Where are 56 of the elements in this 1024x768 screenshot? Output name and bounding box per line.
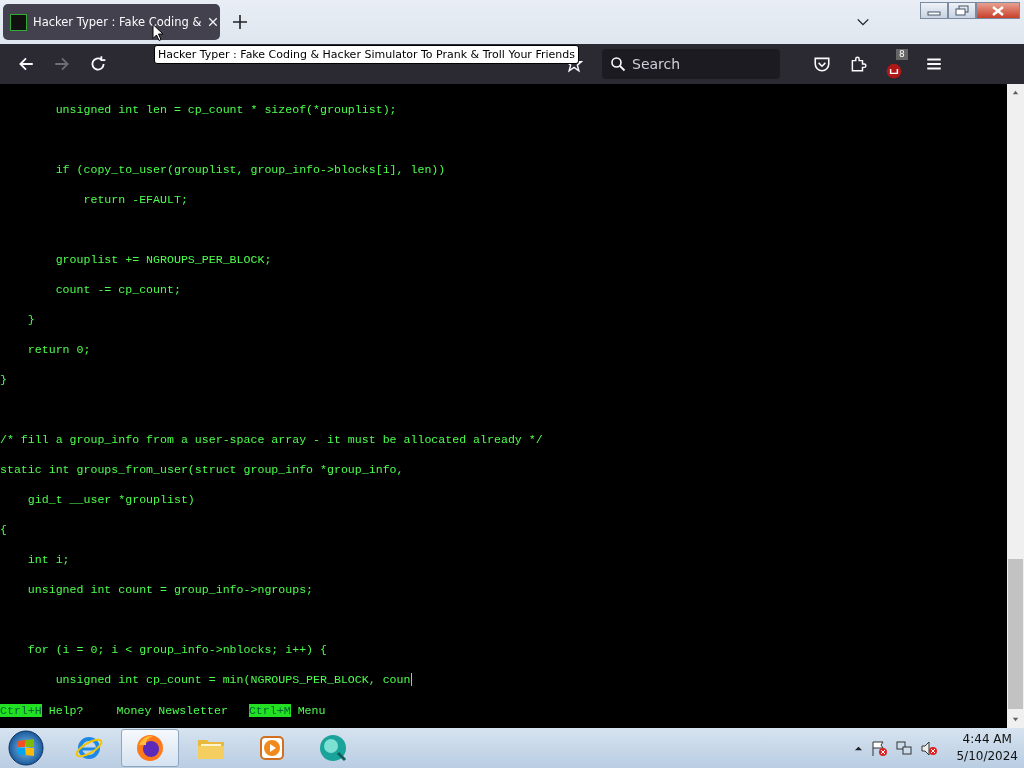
restore-icon	[955, 5, 969, 16]
code-line: static int groups_from_user(struct group_info *group_info,	[0, 463, 404, 476]
code-line: unsigned int len = cp_count * sizeof(*grouplist);	[54, 103, 397, 116]
code-line: gid_t __user *grouplist)	[26, 493, 195, 506]
shortcut-label: Menu	[297, 703, 326, 717]
clock-date[interactable]: 5/10/2024	[956, 748, 1018, 765]
restore-button[interactable]	[948, 2, 976, 19]
minimize-button[interactable]	[920, 2, 948, 19]
code-line: {	[0, 523, 7, 536]
network-icon[interactable]	[896, 739, 914, 757]
code-line: if (copy_to_user(grouplist, group_info->blocks[i], len))	[54, 163, 446, 176]
code-line: for (i = 0; i < group_info->nblocks; i++) {	[26, 643, 327, 656]
extension-button[interactable]: 8	[885, 49, 911, 79]
close-icon[interactable]	[207, 16, 220, 28]
shortcut-key: Ctrl+M	[248, 703, 291, 717]
close-window-button[interactable]	[976, 2, 1020, 19]
speaker-muted-icon[interactable]	[921, 739, 939, 757]
scrollbar[interactable]	[1007, 84, 1024, 728]
puzzle-piece-icon[interactable]	[849, 55, 867, 73]
forward-arrow-icon	[53, 55, 71, 73]
code-line: return 0;	[26, 343, 91, 356]
scroll-up-icon[interactable]	[1011, 88, 1020, 97]
search-icon	[610, 56, 626, 72]
code-line: grouplist += NGROUPS_PER_BLOCK;	[54, 253, 272, 266]
code-line: unsigned int cp_count = min(NGROUPS_PER_BLOCK, coun	[54, 673, 411, 686]
magnifier-app-icon	[318, 733, 348, 763]
pocket-icon[interactable]	[813, 55, 831, 73]
code-line: unsigned int count = group_info->ngroups;	[26, 583, 314, 596]
code-line: }	[0, 373, 7, 386]
browser-tab[interactable]: Hacker Typer : Fake Coding &	[3, 4, 220, 40]
back-arrow-icon[interactable]	[17, 55, 35, 73]
search-field[interactable]: Search	[602, 49, 780, 79]
close-icon	[991, 4, 1005, 17]
newsletter-link[interactable]: Money Newsletter	[116, 703, 228, 717]
firefox-icon	[135, 733, 165, 763]
media-player-icon	[257, 733, 287, 763]
flag-icon[interactable]	[871, 739, 889, 757]
shortcut-key: Ctrl+H	[0, 703, 42, 717]
scroll-down-icon[interactable]	[1011, 715, 1020, 724]
reload-icon[interactable]	[89, 55, 107, 73]
notification-badge: 8	[896, 49, 908, 60]
code-line: return -EFAULT;	[82, 193, 188, 206]
plus-icon[interactable]	[232, 14, 248, 30]
start-button[interactable]	[6, 729, 46, 767]
tooltip: Hacker Typer : Fake Coding & Hacker Simulator To Prank & Troll Your Friends	[154, 45, 579, 64]
code-line: int i;	[26, 553, 70, 566]
clock-time[interactable]: 4:44 AM	[962, 731, 1012, 748]
code-line: count -= cp_count;	[54, 283, 181, 296]
extension-icon	[885, 61, 903, 79]
shortcut-label: Help?	[48, 703, 84, 717]
code-line: /* fill a group_info from a user-space array - it must be allocated already */	[0, 433, 543, 446]
site-favicon-icon	[10, 13, 27, 31]
scrollbar-thumb[interactable]	[1008, 559, 1023, 709]
taskbar-button[interactable]	[121, 729, 179, 767]
code-line: }	[26, 313, 35, 326]
tab-title: Hacker Typer : Fake Coding &	[33, 15, 202, 29]
